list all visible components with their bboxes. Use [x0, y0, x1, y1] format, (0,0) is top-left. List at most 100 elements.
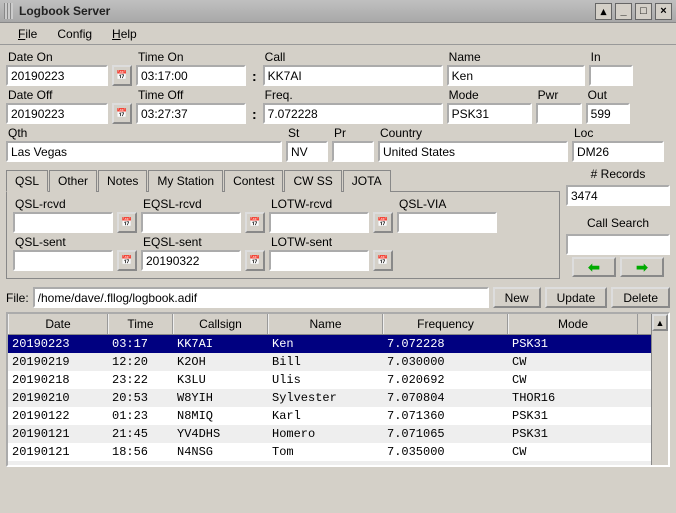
label-qsl-via: QSL-VIA — [397, 196, 497, 212]
menu-file[interactable]: File — [8, 25, 47, 43]
label-out: Out — [586, 87, 630, 103]
tab-cw-ss[interactable]: CW SS — [284, 170, 341, 192]
table-row[interactable]: 2019012020:28KG4QLarry7.071000DOMINO — [8, 461, 668, 467]
name-input[interactable] — [447, 65, 585, 86]
mode-input[interactable] — [447, 103, 532, 124]
label-contact-name: Name — [447, 49, 585, 65]
label-pr: Pr — [332, 125, 374, 141]
table-row[interactable]: 2019012201:23N8MIQKarl7.071360PSK31 — [8, 407, 668, 425]
search-prev-button[interactable]: ⬅ — [572, 257, 616, 277]
call-search-label: Call Search — [566, 214, 670, 232]
lotw-sent-input[interactable] — [269, 250, 369, 271]
time-off-input[interactable] — [136, 103, 246, 124]
titlebar-grip[interactable] — [4, 3, 13, 19]
cell-time: 03:17 — [108, 336, 173, 352]
st-input[interactable] — [286, 141, 328, 162]
country-input[interactable] — [378, 141, 568, 162]
table-row[interactable]: 2019012121:45YV4DHSHomero7.071065PSK31 — [8, 425, 668, 443]
cell-time: 20:28 — [108, 462, 173, 467]
eqsl-rcvd-input[interactable] — [141, 212, 241, 233]
cell-mode: DOMINO — [508, 462, 638, 467]
cell-mode: PSK31 — [508, 336, 638, 352]
table-scrollbar[interactable]: ▲ — [651, 314, 668, 465]
cell-date: 20190219 — [8, 354, 108, 370]
qsl-rcvd-picker[interactable]: 📅 — [117, 212, 137, 233]
label-qsl-sent: QSL-sent — [13, 234, 113, 250]
label-eqsl-rcvd: EQSL-rcvd — [141, 196, 241, 212]
delete-button[interactable]: Delete — [611, 287, 670, 308]
qth-input[interactable] — [6, 141, 282, 162]
cell-call: W8YIH — [173, 390, 268, 406]
cell-call: K2OH — [173, 354, 268, 370]
pr-input[interactable] — [332, 141, 374, 162]
shade-button[interactable]: ▴ — [595, 3, 612, 20]
eqsl-rcvd-picker[interactable]: 📅 — [245, 212, 265, 233]
out-input[interactable] — [586, 103, 630, 124]
cell-name: Homero — [268, 426, 383, 442]
table-row[interactable]: 2019021020:53W8YIHSylvester7.070804THOR1… — [8, 389, 668, 407]
file-path-input[interactable] — [33, 287, 489, 308]
date-off-picker[interactable]: 📅 — [112, 103, 132, 124]
date-on-input[interactable] — [6, 65, 108, 86]
scroll-up-icon[interactable]: ▲ — [652, 314, 668, 331]
minimize-button[interactable]: _ — [615, 3, 632, 20]
close-button[interactable]: × — [655, 3, 672, 20]
table-row[interactable]: 2019021912:20K2OHBill7.030000CW — [8, 353, 668, 371]
records-label: # Records — [566, 165, 670, 183]
tab-qsl[interactable]: QSL — [6, 170, 48, 192]
th-mode[interactable]: Mode — [508, 314, 638, 334]
arrow-right-icon: ➡ — [636, 259, 648, 276]
tab-contest[interactable]: Contest — [224, 170, 283, 192]
menu-help[interactable]: Help — [102, 25, 147, 43]
lotw-rcvd-input[interactable] — [269, 212, 369, 233]
qsl-via-input[interactable] — [397, 212, 497, 233]
cell-freq: 7.035000 — [383, 444, 508, 460]
tab-my-station[interactable]: My Station — [148, 170, 223, 192]
lotw-rcvd-picker[interactable]: 📅 — [373, 212, 393, 233]
cell-date: 20190218 — [8, 372, 108, 388]
qsl-sent-input[interactable] — [13, 250, 113, 271]
label-qth: Qth — [6, 125, 282, 141]
date-on-picker[interactable]: 📅 — [112, 65, 132, 86]
th-date[interactable]: Date — [8, 314, 108, 334]
form-area: Date On 📅 Time On : Call Name In Date Of… — [0, 45, 676, 283]
qsl-rcvd-input[interactable] — [13, 212, 113, 233]
date-off-input[interactable] — [6, 103, 108, 124]
table-row[interactable]: 2019022303:17KK7AIKen7.072228PSK31 — [8, 335, 668, 353]
th-callsign[interactable]: Callsign — [173, 314, 268, 334]
eqsl-sent-picker[interactable]: 📅 — [245, 250, 265, 271]
label-freq: Freq. — [263, 87, 443, 103]
label-lotw-rcvd: LOTW-rcvd — [269, 196, 369, 212]
time-on-input[interactable] — [136, 65, 246, 86]
update-button[interactable]: Update — [545, 287, 608, 308]
table-row[interactable]: 2019012118:56N4NSGTom7.035000CW — [8, 443, 668, 461]
pwr-input[interactable] — [536, 103, 582, 124]
loc-input[interactable] — [572, 141, 664, 162]
cell-time: 21:45 — [108, 426, 173, 442]
maximize-button[interactable]: □ — [635, 3, 652, 20]
lotw-sent-picker[interactable]: 📅 — [373, 250, 393, 271]
menu-config[interactable]: Config — [47, 25, 102, 43]
freq-input[interactable] — [263, 103, 443, 124]
tab-jota[interactable]: JOTA — [343, 170, 391, 192]
cell-mode: CW — [508, 372, 638, 388]
label-call: Call — [263, 49, 443, 65]
th-name[interactable]: Name — [268, 314, 383, 334]
new-button[interactable]: New — [493, 287, 541, 308]
tab-notes[interactable]: Notes — [98, 170, 147, 192]
tab-other[interactable]: Other — [49, 170, 97, 192]
th-time[interactable]: Time — [108, 314, 173, 334]
qsl-sent-picker[interactable]: 📅 — [117, 250, 137, 271]
cell-mode: CW — [508, 354, 638, 370]
label-time-off: Time Off — [136, 87, 246, 103]
label-pwr: Pwr — [536, 87, 582, 103]
th-frequency[interactable]: Frequency — [383, 314, 508, 334]
label-st: St — [286, 125, 328, 141]
in-input[interactable] — [589, 65, 633, 86]
cell-time: 23:22 — [108, 372, 173, 388]
table-row[interactable]: 2019021823:22K3LUUlis7.020692CW — [8, 371, 668, 389]
search-next-button[interactable]: ➡ — [620, 257, 664, 277]
eqsl-sent-input[interactable] — [141, 250, 241, 271]
call-search-input[interactable] — [566, 234, 670, 255]
call-input[interactable] — [263, 65, 443, 86]
